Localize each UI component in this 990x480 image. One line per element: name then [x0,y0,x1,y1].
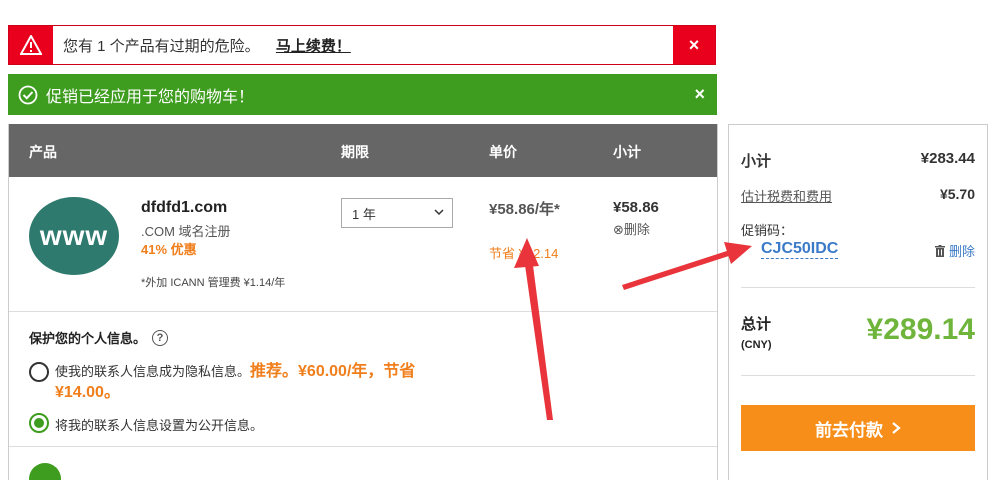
unit-saving: 节省 ¥42.14 [489,246,559,261]
expiry-message: 您有 1 个产品有过期的危险。 [63,37,260,55]
summary-subtotal-value: ¥283.44 [920,150,975,167]
header-term: 期限 [341,144,369,160]
promo-applied-alert: 促销已经应用于您的购物车！ × [8,74,717,115]
header-product: 产品 [29,144,57,160]
promo-code: CJC50IDC [761,240,839,259]
tax-fees-value: ¥5.70 [939,186,975,202]
unit-price: ¥58.86/年* [489,201,560,218]
order-summary: 小计 ¥283.44 估计税费和费用 ¥5.70 促销码： CJC50IDC 删… [728,124,988,480]
promo-label: 促销码： [741,223,794,238]
privacy-public-radio[interactable] [29,413,49,433]
privacy-public-option[interactable]: 将我的联系人信息设置为公开信息。 [55,415,263,434]
privacy-title: 保护您的个人信息。 ? [29,328,169,347]
header-subtotal: 小计 [613,144,641,160]
discount-badge: 41% 优惠 [141,242,197,257]
product-type: .COM 域名注册 [141,224,231,239]
tax-fees-link[interactable]: 估计税费和费用 [741,186,832,205]
header-unit-price: 单价 [489,144,517,160]
remove-promo-link[interactable]: 删除 [934,241,975,260]
privacy-title-text: 保护您的个人信息。 [29,331,147,346]
term-value: 1 年 [352,206,376,222]
item-subtotal: ¥58.86 [613,199,659,216]
remove-item-link[interactable]: ⊗删除 [613,219,650,238]
expiry-alert-text: 您有 1 个产品有过期的危险。 马上续费！ [53,35,673,56]
cart-table: 产品 期限 单价 小计 www dfdfd1.com .COM 域名注册 41%… [8,124,718,480]
www-domain-icon: www [29,197,119,275]
warning-icon [9,26,53,64]
total-currency: (CNY) [741,339,772,351]
summary-divider [741,287,975,288]
cart-header: 产品 期限 单价 小计 [9,124,717,177]
term-select[interactable]: 1 年 [341,198,453,228]
privacy-private-option[interactable]: 使我的联系人信息成为隐私信息。推荐。¥60.00/年，节省 ¥14.00。 [55,361,455,403]
check-circle-icon [18,85,38,104]
addon-row [9,446,717,480]
summary-subtotal-label: 小计 [741,153,772,170]
checkout-button[interactable]: 前去付款 [741,405,975,451]
add-circle-icon[interactable] [29,463,61,480]
trash-icon [934,244,945,257]
close-expiry-alert-button[interactable]: × [673,26,715,64]
domain-name: dfdfd1.com [141,199,228,216]
renew-now-link[interactable]: 马上续费！ [276,38,351,55]
cart-item-row: www dfdfd1.com .COM 域名注册 41% 优惠 *外加 ICAN… [9,177,717,312]
close-promo-alert-button[interactable]: × [694,84,705,105]
chevron-down-icon [434,209,444,216]
icann-fee-note: *外加 ICANN 管理费 ¥1.14/年 [141,277,286,289]
promo-applied-message: 促销已经应用于您的购物车！ [46,88,255,106]
chevron-right-icon [892,422,901,434]
expiry-alert: 您有 1 个产品有过期的危险。 马上续费！ × [8,25,716,65]
privacy-private-radio[interactable] [29,362,49,382]
summary-divider [741,375,975,376]
private-option-text: 使我的联系人信息成为隐私信息。 [55,364,251,379]
help-icon[interactable]: ? [152,329,169,346]
total-value: ¥289.14 [866,313,975,346]
checkout-label: 前去付款 [815,420,883,440]
total-label: 总计 [741,316,772,333]
remove-promo-text: 删除 [948,244,975,259]
